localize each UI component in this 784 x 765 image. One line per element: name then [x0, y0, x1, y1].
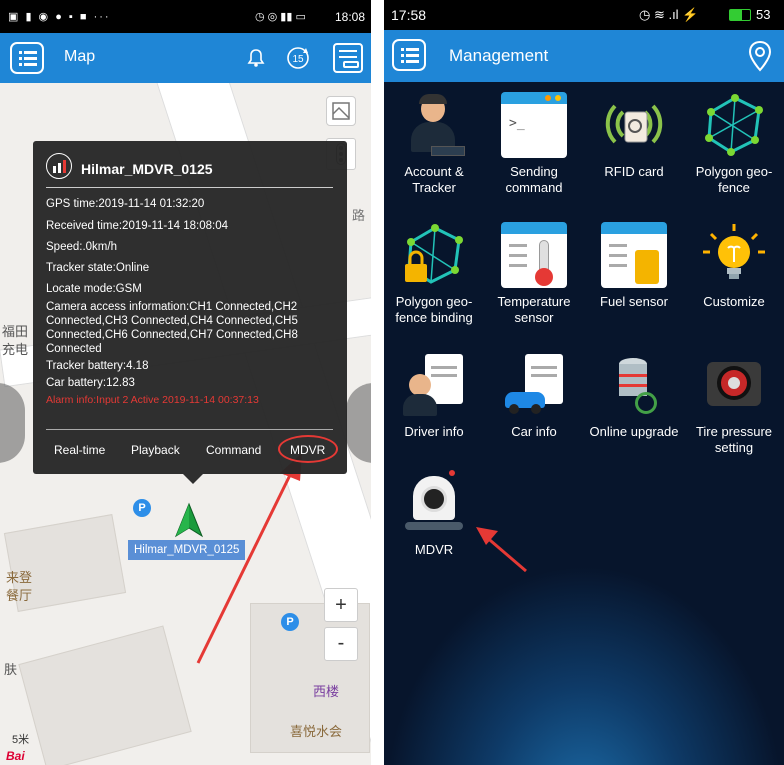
- menu-icon[interactable]: [392, 39, 426, 71]
- map-screen: ▣ ▮ ◉ ● ▪ ■ ··· ◷ ◎ ▮▮ ▭ 18:08 Map 15 来登…: [0, 0, 371, 765]
- earth-background: [384, 565, 784, 765]
- parking-icon: P: [133, 499, 151, 517]
- status-bar: ▣ ▮ ◉ ● ▪ ■ ··· ◷ ◎ ▮▮ ▭ 18:08: [0, 0, 371, 33]
- zoom-in-button[interactable]: +: [324, 588, 358, 622]
- tile-online-upgrade[interactable]: Online upgrade: [584, 352, 684, 440]
- tile-label: Temperature sensor: [497, 294, 571, 325]
- gps-time: GPS time:2019-11-14 01:32:20: [46, 198, 205, 210]
- locate-mode: Locate mode:GSM: [46, 283, 142, 295]
- map-label: 肤: [4, 662, 18, 677]
- svg-text:15: 15: [292, 54, 304, 65]
- terminal-icon: >_: [501, 92, 567, 158]
- tile-mdvr[interactable]: MDVR: [384, 470, 484, 558]
- camera-icon: [401, 470, 467, 536]
- alarm-info: Alarm info:Input 2 Active 2019-11-14 00:…: [46, 394, 259, 406]
- tile-rfid-card[interactable]: RFID card: [584, 92, 684, 180]
- zoom-out-button[interactable]: -: [324, 627, 358, 661]
- tile-tire-pressure[interactable]: Tire pressure setting: [684, 352, 784, 456]
- tracker-battery: Tracker battery:4.18: [46, 360, 149, 372]
- management-screen: 17:58 ◷ ≋ .ıl ⚡ 53 Management Account & …: [384, 0, 784, 765]
- status-icons: ◷ ≋ .ıl ⚡: [639, 7, 699, 22]
- battery-level: 53: [756, 7, 771, 22]
- tracker-state: Tracker state:Online: [46, 262, 150, 274]
- popup-divider: [46, 429, 333, 430]
- app-bar: Management: [384, 30, 784, 82]
- tile-sending-command[interactable]: >_ Sending command: [484, 92, 584, 196]
- tile-label: Customize: [703, 294, 765, 309]
- tile-polygon-geofence[interactable]: Polygon geo-fence: [684, 92, 784, 196]
- playback-button[interactable]: Playback: [131, 443, 180, 457]
- map-label: 福田: [2, 324, 29, 339]
- status-right-icons: ◷ ◎ ▮▮ ▭: [255, 11, 306, 23]
- tile-label: Tire pressure setting: [695, 424, 773, 455]
- device-info-popup: Hilmar_MDVR_0125 GPS time:2019-11-14 01:…: [33, 141, 347, 484]
- tile-account-tracker[interactable]: Account & Tracker: [384, 92, 484, 196]
- baidu-logo: Bai: [6, 749, 25, 763]
- tile-label: Account & Tracker: [404, 164, 464, 195]
- popup-title: Hilmar_MDVR_0125: [81, 161, 213, 177]
- account-tracker-icon: [401, 92, 467, 158]
- status-icons: ▣ ▮ ◉ ● ▪ ■ ···: [8, 11, 111, 23]
- tile-label: Polygon geo-fence binding: [395, 294, 473, 325]
- lightbulb-icon: [701, 222, 767, 288]
- map-layer-icon: [332, 102, 350, 120]
- app-bar: Map 15: [0, 33, 371, 83]
- refresh-timer-icon[interactable]: 15: [284, 44, 312, 72]
- thermometer-icon: [501, 222, 567, 288]
- rfid-card-icon: [601, 92, 667, 158]
- driver-icon: [401, 352, 467, 418]
- tile-fuel-sensor[interactable]: Fuel sensor: [584, 222, 684, 310]
- car-icon: [501, 352, 567, 418]
- bell-icon[interactable]: [246, 48, 266, 68]
- tile-label: Polygon geo-fence: [695, 164, 773, 195]
- status-time: 17:58: [391, 7, 427, 23]
- tile-label: Fuel sensor: [600, 294, 668, 309]
- building: [18, 625, 192, 765]
- tile-label: RFID card: [604, 164, 664, 179]
- tile-label: Online upgrade: [589, 424, 679, 439]
- popup-divider: [46, 187, 333, 188]
- tile-polygon-geofence-binding[interactable]: Polygon geo-fence binding: [384, 222, 484, 326]
- mdvr-highlight-circle: [278, 435, 338, 463]
- tile-label: MDVR: [414, 542, 454, 557]
- page-title: Map: [64, 48, 96, 65]
- map-label: 路: [352, 208, 366, 223]
- annotation-arrow: [196, 453, 302, 664]
- tile-temperature-sensor[interactable]: Temperature sensor: [484, 222, 584, 326]
- tile-label: Driver info: [404, 424, 464, 439]
- fuel-icon: [601, 222, 667, 288]
- map-label: 来登: [6, 570, 33, 585]
- location-pin-icon[interactable]: [746, 40, 774, 72]
- map-label: 餐厅: [6, 588, 33, 603]
- polygon-icon: [701, 92, 767, 158]
- layer-toggle-button[interactable]: [326, 96, 356, 126]
- prev-arrow-button[interactable]: [0, 383, 25, 463]
- tile-customize[interactable]: Customize: [684, 222, 784, 310]
- menu-icon[interactable]: [10, 42, 44, 74]
- database-upgrade-icon: [601, 352, 667, 418]
- vehicle-list-icon[interactable]: [333, 43, 363, 73]
- map-label: 充电: [2, 342, 29, 357]
- battery-icon: [729, 9, 751, 21]
- tile-label: Sending command: [505, 164, 563, 195]
- status-time: 18:08: [334, 10, 365, 24]
- map-label: 喜悦水会: [290, 724, 343, 739]
- device-icon: [46, 153, 72, 179]
- scale-label: 5米: [12, 734, 30, 746]
- realtime-button[interactable]: Real-time: [54, 443, 105, 457]
- car-battery: Car battery:12.83: [46, 377, 135, 389]
- polygon-lock-icon: [401, 222, 467, 288]
- tile-car-info[interactable]: Car info: [484, 352, 584, 440]
- tile-driver-info[interactable]: Driver info: [384, 352, 484, 440]
- tile-label: Car info: [511, 424, 557, 439]
- status-bar: 17:58 ◷ ≋ .ıl ⚡ 53: [384, 0, 784, 30]
- command-button[interactable]: Command: [206, 443, 261, 457]
- map-label: 西楼: [313, 684, 340, 699]
- speed: Speed:.0km/h: [46, 241, 117, 253]
- annotation-arrow: [476, 527, 527, 573]
- tire-icon: [701, 352, 767, 418]
- page-title: Management: [449, 46, 549, 65]
- received-time: Received time:2019-11-14 18:08:04: [46, 220, 228, 232]
- camera-info: Camera access information:CH1 Connected,…: [46, 301, 298, 355]
